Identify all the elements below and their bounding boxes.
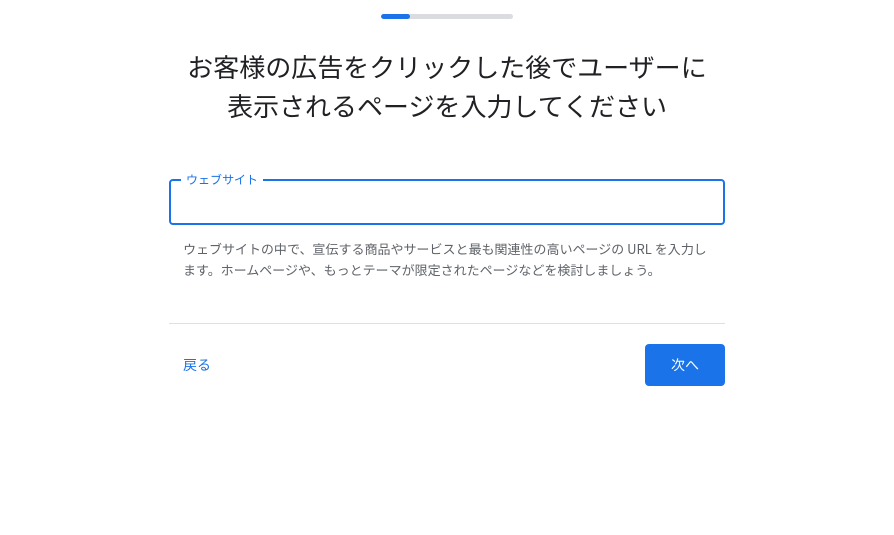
progress-bar [381, 14, 513, 19]
website-helper-text: ウェブサイトの中で、宣伝する商品やサービスと最も関連性の高いページの URL を… [169, 239, 725, 281]
form-area: ウェブサイト ウェブサイトの中で、宣伝する商品やサービスと最も関連性の高いページ… [169, 179, 725, 281]
progress-container [0, 0, 894, 19]
website-input-label: ウェブサイト [181, 171, 263, 188]
progress-fill [381, 14, 410, 19]
next-button[interactable]: 次へ [645, 344, 725, 386]
navigation-area: 戻る 次へ [169, 323, 725, 386]
heading-line-2: 表示されるページを入力してください [227, 87, 667, 124]
page-heading: お客様の広告をクリックした後でユーザーに 表示されるページを入力してください [0, 47, 894, 125]
heading-line-1: お客様の広告をクリックした後でユーザーに [187, 48, 706, 85]
back-button[interactable]: 戻る [169, 347, 211, 383]
website-input-wrapper: ウェブサイト [169, 179, 725, 225]
